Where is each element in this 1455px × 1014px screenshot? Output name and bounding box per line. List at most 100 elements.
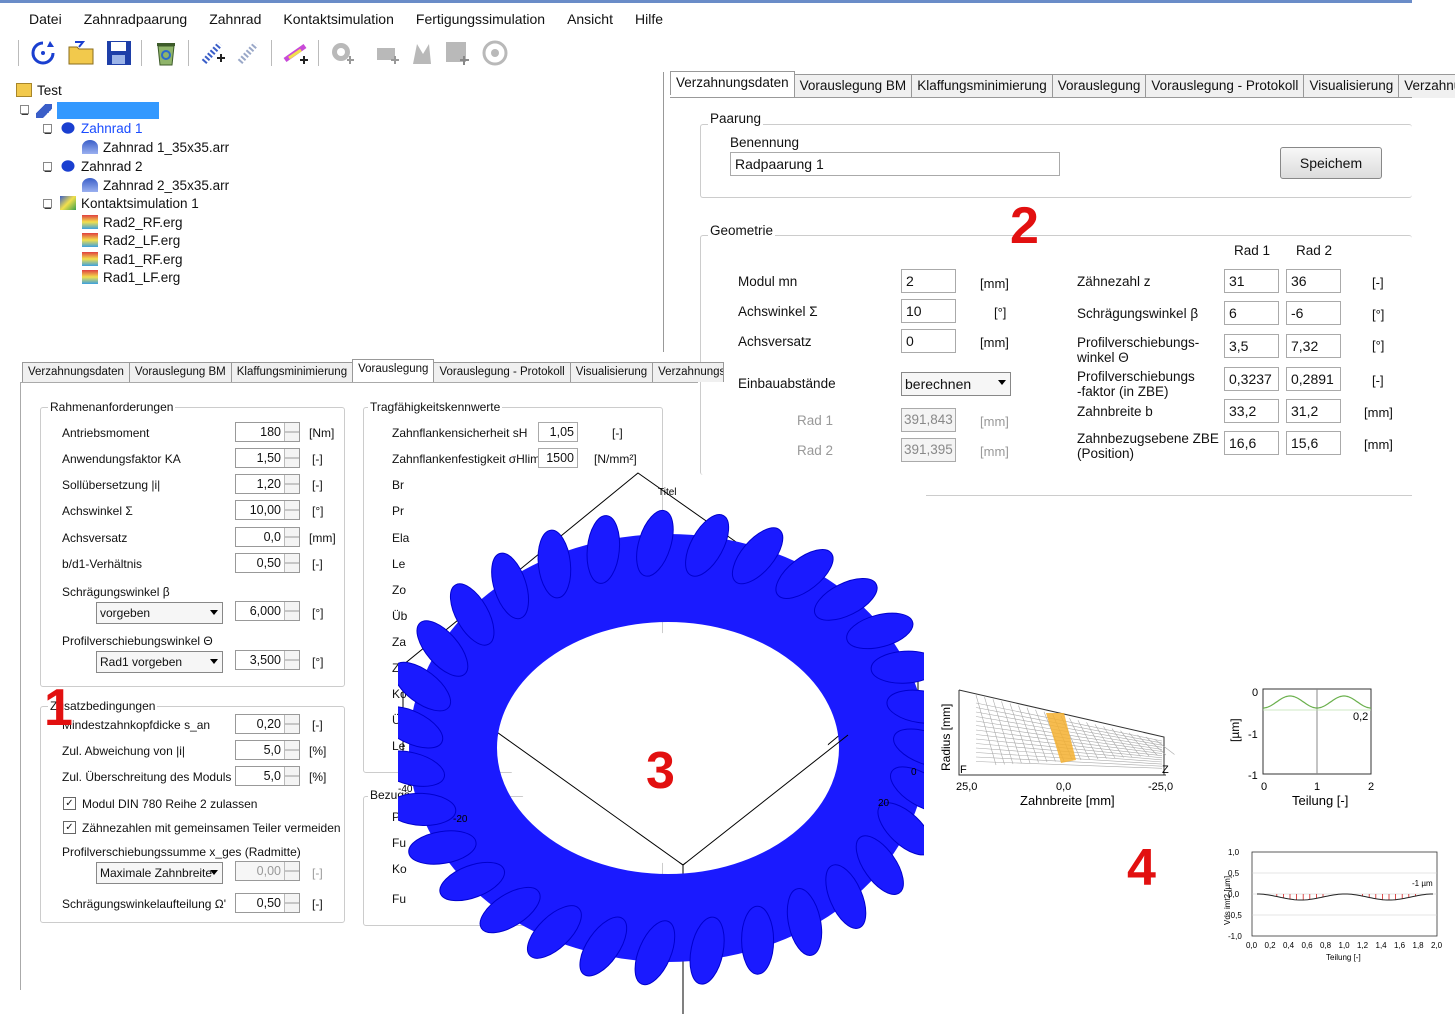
einbauabstaende-select[interactable]: berechnen	[901, 372, 1011, 396]
contact-ylabel: Radius [mm]	[939, 704, 953, 771]
bd1-verhaeltnis-stepper[interactable]: 0,50	[235, 553, 300, 573]
profilverschiebungsfaktor-rad2-input[interactable]: 0,2891	[1286, 367, 1341, 391]
tree-item-result-file[interactable]: Rad2_RF.erg	[82, 214, 183, 232]
menu-fertigungssimulation[interactable]: Fertigungssimulation	[405, 3, 556, 35]
tab-vorauslegung-bm[interactable]: Vorauslegung BM	[128, 362, 232, 382]
result-chart-icon	[82, 233, 98, 247]
tab-verzahnungsdaten[interactable]: Verzahnungsdaten	[670, 71, 795, 95]
achsversatz-input[interactable]: 0	[901, 329, 956, 353]
toolbar-separator	[271, 40, 272, 66]
open-folder-icon[interactable]	[66, 38, 96, 68]
collapse-toggle[interactable]: −	[20, 105, 29, 122]
collapse-toggle[interactable]: −	[43, 124, 52, 141]
menu-zahnrad[interactable]: Zahnrad	[198, 3, 272, 35]
add-contact-simulation-icon[interactable]	[281, 38, 311, 68]
zahnbreite-rad2-input[interactable]: 31,2	[1286, 399, 1341, 423]
schraegungswinkel-mode-select[interactable]: vorgeben	[96, 602, 223, 624]
schraegungswinkel-stepper[interactable]: 6,000	[235, 601, 300, 621]
zahnflankenfestigkeit-input[interactable]: 1500	[538, 448, 578, 468]
antriebsmoment-stepper[interactable]: 180	[235, 422, 300, 442]
profilverschiebungswinkel-mode-select[interactable]: Rad1 vorgeben	[96, 651, 223, 673]
achsversatz-stepper[interactable]: 0,0	[235, 527, 300, 547]
benennung-input[interactable]: Radpaarung 1	[730, 152, 1060, 176]
tree-item-result-file[interactable]: Rad1_RF.erg	[82, 251, 183, 269]
sollübersetzung-stepper[interactable]: 1,20	[235, 474, 300, 494]
gear-pair-icon[interactable]	[234, 38, 264, 68]
modul-input[interactable]: 2	[901, 269, 956, 293]
profilverschiebungswinkel-rad2-input[interactable]: 7,32	[1286, 334, 1341, 358]
profilverschiebungswinkel-rad1-input[interactable]: 3,5	[1224, 334, 1279, 358]
zahnflankensicherheit-input[interactable]: 1,05	[538, 422, 578, 442]
contact-pattern-plot: Radius [mm] F Z 25,0 0,0 -25,0 Zahnbreit…	[939, 689, 1175, 808]
tab-verzahnungsdaten-2[interactable]: Verzahnu	[1398, 74, 1455, 98]
tree-item-zahnrad-1-file[interactable]: Zahnrad 1_35x35.arr	[82, 139, 229, 157]
chevron-down-icon	[210, 610, 218, 615]
add-gear-pair-icon[interactable]	[198, 38, 228, 68]
contact-xtick: 0,0	[1056, 781, 1071, 793]
profilverschiebungswinkel-label: Profilverschiebungswinkel Θ	[62, 634, 213, 648]
tab-klaffungsminimierung[interactable]: Klaffungsminimierung	[230, 362, 354, 382]
tab-vorauslegung-protokoll[interactable]: Vorauslegung - Protokoll	[433, 362, 571, 382]
menu-kontaktsimulation[interactable]: Kontaktsimulation	[272, 3, 405, 35]
profilverschiebungswinkel-label: Profilverschiebungs- winkel Θ	[1077, 335, 1200, 365]
din780-checkbox[interactable]: ✓	[63, 797, 76, 810]
gear-icon	[60, 121, 76, 135]
refresh-icon[interactable]	[28, 38, 58, 68]
menu-hilfe[interactable]: Hilfe	[624, 3, 674, 35]
tab-visualisierung[interactable]: Visualisierung	[1303, 74, 1400, 98]
schraegungswinkel-rad2-input[interactable]: -6	[1286, 301, 1341, 325]
recycle-bin-icon[interactable]	[151, 38, 181, 68]
ueberschreitung-stepper[interactable]: 5,0	[235, 766, 300, 786]
tree-root[interactable]: Test	[16, 82, 62, 100]
zaehnezahl-rad2-input[interactable]: 36	[1286, 269, 1341, 293]
tab-visualisierung[interactable]: Visualisierung	[569, 362, 654, 382]
zahnbreite-rad1-input[interactable]: 33,2	[1224, 399, 1279, 423]
toolbar-separator	[318, 40, 319, 66]
profilverschiebungswinkel-stepper[interactable]: 3,500	[235, 650, 300, 670]
save-icon[interactable]	[104, 38, 134, 68]
profilverschiebungsfaktor-rad1-input[interactable]: 0,3237	[1224, 367, 1279, 391]
mindestzahnkopfdicke-stepper[interactable]: 0,20	[235, 714, 300, 734]
zahnbezugsebene-rad2-input[interactable]: 15,6	[1286, 431, 1341, 455]
tab-vorauslegung-protokoll[interactable]: Vorauslegung - Protokoll	[1145, 74, 1305, 98]
tree-item-zahnrad-1[interactable]: Zahnrad 1	[60, 120, 143, 138]
tree-item-paarung[interactable]	[36, 102, 159, 121]
xges-mode-select[interactable]: Maximale Zahnbreite	[96, 862, 223, 884]
toolbar-separator	[188, 40, 189, 66]
menu-datei[interactable]: Datei	[0, 3, 73, 35]
tab-vorauslegung[interactable]: Vorauslegung	[352, 359, 435, 379]
tab-verzahnungsdaten-2[interactable]: Verzahnungsda	[652, 362, 725, 382]
abweichung-stepper[interactable]: 5,0	[235, 740, 300, 760]
tree-item-kontaktsimulation[interactable]: Kontaktsimulation 1	[60, 195, 199, 213]
save-button[interactable]: Speichem	[1280, 147, 1382, 179]
schraegungswinkel-label: Schrägungswinkel β	[1077, 306, 1199, 321]
marker-1: 1	[44, 679, 73, 737]
tab-vorauslegung[interactable]: Vorauslegung	[1051, 74, 1147, 98]
menu-ansicht[interactable]: Ansicht	[556, 3, 624, 35]
col-rad1-header: Rad 1	[1234, 243, 1271, 258]
schraegungswinkel-rad1-input[interactable]: 6	[1224, 301, 1279, 325]
te-xtick: 2	[1368, 781, 1374, 793]
achswinkel-input[interactable]: 10	[901, 299, 956, 323]
tab-vorauslegung-bm[interactable]: Vorauslegung BM	[793, 74, 913, 98]
zahnbezugsebene-rad1-input[interactable]: 16,6	[1224, 431, 1279, 455]
collapse-toggle[interactable]: −	[43, 199, 52, 216]
tab-klaffungsminimierung[interactable]: Klaffungsminimierung	[911, 74, 1053, 98]
abweichung-unit: [%]	[309, 744, 327, 758]
zaehnezahl-rad1-input[interactable]: 31	[1224, 269, 1279, 293]
schraegungswinkel-unit: [°]	[312, 606, 324, 620]
tree-item-zahnrad-2-file[interactable]: Zahnrad 2_35x35.arr	[82, 177, 229, 195]
omega-stepper[interactable]: 0,50	[235, 893, 300, 913]
zahnbreite-unit: [mm]	[1364, 405, 1393, 420]
anwendungsfaktor-stepper[interactable]: 1,50	[235, 448, 300, 468]
vds-xtick: 0,4	[1283, 941, 1295, 950]
tree-item-zahnrad-2[interactable]: Zahnrad 2	[60, 158, 143, 176]
tab-verzahnungsdaten[interactable]: Verzahnungsdaten	[22, 362, 130, 382]
tree-item-result-file[interactable]: Rad1_LF.erg	[82, 269, 180, 287]
gemeinsamer-teiler-checkbox[interactable]: ✓	[63, 821, 76, 834]
achswinkel-stepper[interactable]: 10,00	[235, 500, 300, 520]
collapse-toggle[interactable]: −	[43, 162, 52, 179]
menu-zahnradpaarung[interactable]: Zahnradpaarung	[73, 3, 199, 35]
bd1-verhaeltnis-label: b/d1-Verhältnis	[62, 557, 143, 571]
tree-item-result-file[interactable]: Rad2_LF.erg	[82, 232, 180, 250]
